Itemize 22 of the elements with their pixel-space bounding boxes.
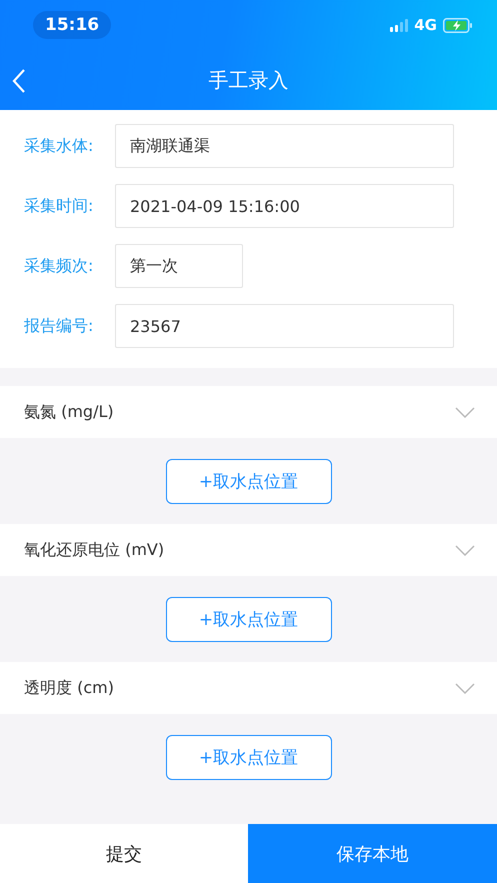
submit-button[interactable]: 提交 [0,824,248,883]
input-field[interactable]: 2021-04-09 15:16:00 [115,184,454,228]
section-title: 透明度 (cm) [24,678,114,698]
save-local-button[interactable]: 保存本地 [248,824,497,883]
battery-icon [443,18,473,32]
chevron-down-icon[interactable] [455,544,475,556]
field-label: 采集频次: [24,256,94,276]
signal-icon [390,18,408,32]
field-label: 报告编号: [24,316,94,336]
field-label: 采集时间: [24,196,94,216]
page-title: 手工录入 [208,66,288,94]
chevron-down-icon[interactable] [455,682,475,694]
input-field[interactable]: 23567 [115,304,454,348]
section-title: 氨氮 (mg/L) [24,402,114,422]
status-time: 15:16 [33,11,112,39]
section-title: 氧化还原电位 (mV) [24,540,164,560]
input-field[interactable]: 第一次 [115,244,243,288]
network-label: 4G [414,16,437,34]
back-icon[interactable] [12,68,26,94]
input-field[interactable]: 南湖联通渠 [115,124,454,168]
chevron-down-icon[interactable] [455,406,475,418]
field-label: 采集水体: [24,136,94,156]
